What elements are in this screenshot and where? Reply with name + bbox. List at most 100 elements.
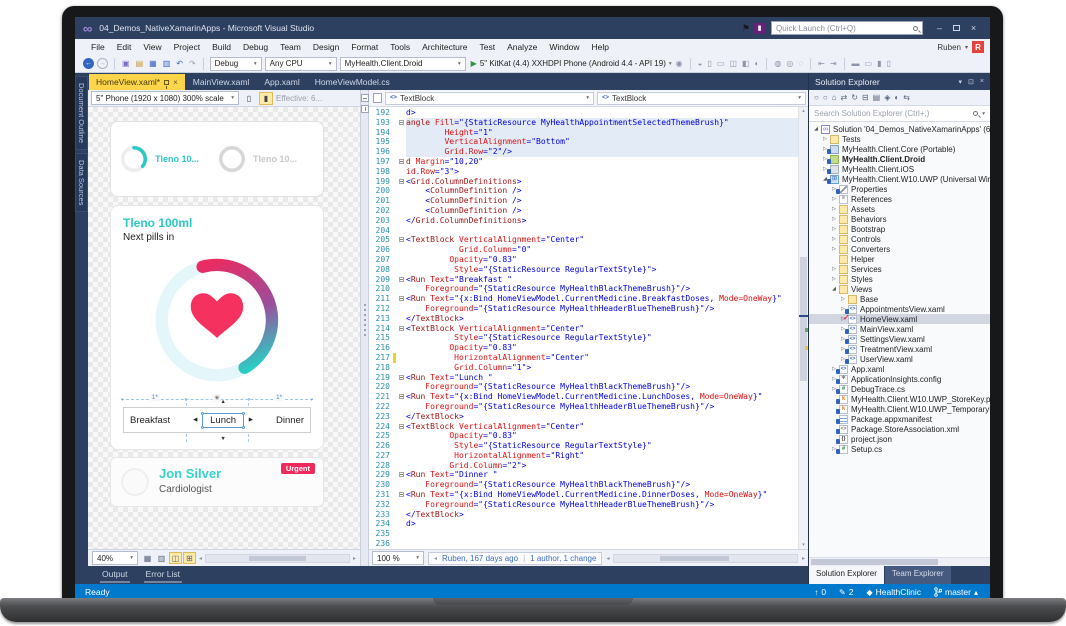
navigate-backward-icon[interactable]: ← (83, 58, 94, 69)
menu-analyze[interactable]: Analyze (501, 42, 543, 52)
fold-marker[interactable] (396, 373, 406, 383)
fold-marker[interactable] (396, 470, 406, 480)
open-file-icon[interactable]: ▤ (135, 59, 145, 68)
device-selector-dropdown[interactable]: 5" Phone (1920 x 1080) 300% scale ▾ (91, 91, 239, 105)
chevron-left-icon[interactable]: ◂ (434, 555, 437, 562)
properties-icon[interactable]: ◈ (884, 93, 890, 102)
run-button[interactable]: ▶ (471, 59, 477, 68)
navigate-forward-icon[interactable]: → (97, 58, 108, 69)
designer-horizontal-scrollbar[interactable] (205, 553, 350, 563)
menu-project[interactable]: Project (168, 42, 206, 52)
refresh-icon[interactable]: ↻ (851, 93, 858, 102)
platform-dropdown[interactable]: Any CPU ▾ (264, 56, 337, 71)
menu-architecture[interactable]: Architecture (416, 42, 473, 52)
expander-open-icon[interactable]: ◢ (812, 126, 820, 132)
android-device-manager-icon[interactable]: ◉ (675, 59, 684, 68)
doc-tab-app-xaml[interactable]: App.xaml (257, 74, 306, 90)
menu-file[interactable]: File (85, 42, 111, 52)
tree-item[interactable]: ▷ Converters (809, 244, 990, 254)
tree-item[interactable]: ▷ Behaviors (809, 214, 990, 224)
tree-item[interactable]: {} project.json (809, 434, 990, 444)
uncommitted-edits[interactable]: ✎ 2 (839, 587, 853, 597)
switch-views-icon[interactable]: ⇄ (841, 93, 848, 102)
settings-icon[interactable]: ◒ (697, 59, 704, 68)
editor-horizontal-scrollbar[interactable] (613, 553, 798, 563)
close-button[interactable]: × (965, 21, 982, 35)
tree-item[interactable]: Package.appxmanifest (809, 414, 990, 424)
menu-build[interactable]: Build (206, 42, 237, 52)
uncomment-icon[interactable]: ▭ (864, 59, 874, 68)
close-icon[interactable]: × (173, 78, 178, 87)
indent-decrease-icon[interactable]: ⇤ (817, 59, 826, 68)
minimize-button[interactable]: – (931, 21, 948, 35)
anchor-top-icon[interactable]: ▲ (220, 399, 225, 405)
startup-project-dropdown[interactable]: MyHealth.Client.Droid ▾ (339, 56, 466, 71)
scroll-right-icon[interactable]: ▸ (353, 555, 356, 562)
expander-closed-icon[interactable]: ▷ (830, 196, 838, 202)
tree-item[interactable]: Helper (809, 254, 990, 264)
theme-icon[interactable]: ◐ (754, 59, 761, 68)
member-dropdown[interactable]: <> TextBlock ▾ (597, 91, 806, 105)
home-icon[interactable]: ⌂ (832, 93, 837, 102)
expander-closed-icon[interactable]: ▷ (830, 236, 838, 242)
branch-selector[interactable]: master ▴ (934, 587, 978, 597)
collapse-all-icon[interactable]: ⊟ (862, 93, 869, 102)
expander-closed-icon[interactable]: ▷ (839, 296, 847, 302)
expander-closed-icon[interactable]: ▷ (830, 216, 838, 222)
bookmark-next-icon[interactable]: ▯ (886, 59, 892, 68)
unpushed-commits[interactable]: ↑ 0 (814, 587, 826, 597)
menu-window[interactable]: Window (543, 42, 585, 52)
panel-dropdown-icon[interactable]: ▾ (959, 78, 963, 86)
quick-launch-input[interactable]: Quick Launch (Ctrl+Q) (771, 21, 923, 35)
tree-item[interactable]: ▷ Assets (809, 204, 990, 214)
tree-item[interactable]: ◢ Views (809, 284, 990, 294)
undo-icon[interactable]: ↶ (175, 59, 184, 68)
menu-edit[interactable]: Edit (111, 42, 138, 52)
grid-star-marker[interactable]: 1* (274, 394, 285, 401)
designer-zoom-dropdown[interactable]: 40% ▾ (92, 551, 138, 565)
back-icon[interactable]: ○ (814, 93, 819, 102)
menu-test[interactable]: Test (473, 42, 501, 52)
navigate-to-icon[interactable]: ◎ (785, 59, 794, 68)
scroll-up-icon[interactable]: ▴ (799, 108, 808, 114)
menu-help[interactable]: Help (586, 42, 615, 52)
editor-vertical-scrollbar[interactable]: ▴ ▾ (798, 107, 808, 549)
tree-item[interactable]: ▷ <> TreatmentView.xaml (809, 344, 990, 354)
expander-closed-icon[interactable]: ▷ (830, 226, 838, 232)
menu-view[interactable]: View (137, 42, 167, 52)
account-name[interactable]: Ruben (937, 43, 961, 52)
bookmark-icon[interactable]: ▮ (876, 59, 882, 68)
tree-horizontal-scrollbar[interactable] (809, 557, 990, 566)
tree-item[interactable]: k MyHealth.Client.W10.UWP_StoreKey.pfx (809, 394, 990, 404)
scroll-down-icon[interactable]: ▾ (799, 542, 808, 548)
fold-marker[interactable] (396, 235, 406, 245)
tree-item[interactable]: ▷ # DebugTrace.cs (809, 384, 990, 394)
pin-panel-icon[interactable]: ⊡ (968, 78, 974, 86)
tree-item[interactable]: ▷ ≡ References (809, 194, 990, 204)
doc-tab-homeviewmodel-cs[interactable]: HomeViewModel.cs (308, 74, 397, 90)
restore-button[interactable] (948, 21, 965, 35)
menu-format[interactable]: Format (345, 42, 384, 52)
meal-breakfast[interactable]: Breakfast (130, 415, 170, 426)
expander-open-icon[interactable]: ◢ (830, 286, 838, 292)
tree-item[interactable]: ▷ Tests (809, 134, 990, 144)
tree-item[interactable]: ▷ <> App.xaml (809, 364, 990, 374)
pin-icon[interactable] (164, 79, 170, 89)
meal-dinner[interactable]: Dinner (276, 415, 304, 426)
tree-item[interactable]: ◢ ⊞ MyHealth.Client.W10.UWP (Universal Win… (809, 174, 990, 184)
new-project-icon[interactable]: ▣ (121, 59, 131, 68)
forward-icon[interactable]: ○ (823, 93, 828, 102)
scroll-left-icon[interactable]: ◂ (606, 555, 609, 562)
grid-star-marker[interactable]: 1* (149, 394, 160, 401)
tree-item[interactable]: ◢ ∞ Solution '04_Demos_NativeXamarinApps' … (809, 124, 990, 134)
fold-marker[interactable] (396, 118, 406, 128)
doc-tab-homeview-xaml-[interactable]: HomeView.xaml* × (89, 74, 185, 90)
chevron-down-icon[interactable]: ▾ (669, 61, 672, 67)
side-tab-data-sources[interactable]: Data Sources (75, 153, 88, 213)
feedback-icon[interactable]: ▮ (754, 22, 765, 34)
snap-lines-icon[interactable]: ⊞ (183, 552, 196, 564)
menu-tools[interactable]: Tools (384, 42, 416, 52)
fold-marker[interactable] (396, 157, 406, 167)
device-portrait-icon[interactable]: ▯ (706, 59, 712, 68)
notifications-flag-icon[interactable]: ⚑ (742, 23, 750, 34)
